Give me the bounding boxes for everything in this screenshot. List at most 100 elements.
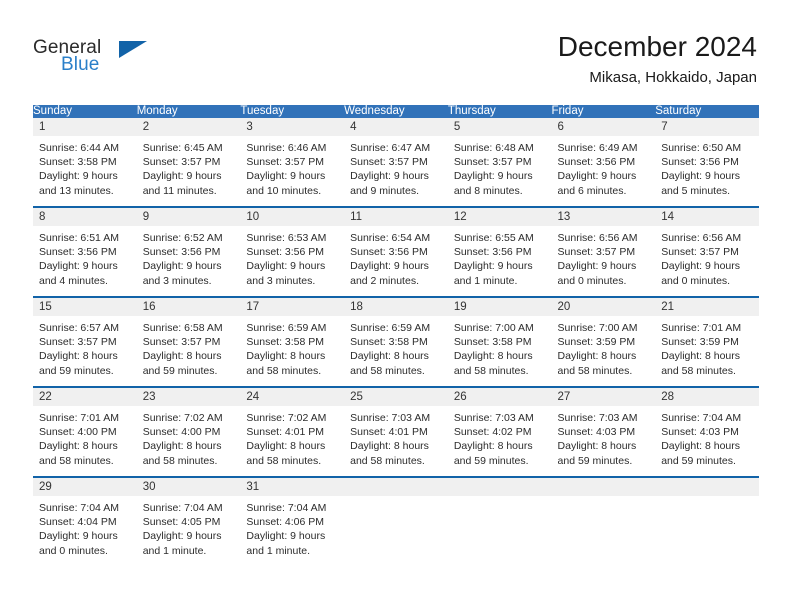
day-cell[interactable]: 18 Sunrise: 6:59 AM Sunset: 3:58 PM Dayl… [344, 296, 448, 387]
sunrise-text: Sunrise: 7:04 AM [142, 502, 223, 514]
weekday-header-friday: Friday [551, 105, 656, 118]
day-cell[interactable]: 17 Sunrise: 6:59 AM Sunset: 3:58 PM Dayl… [240, 296, 345, 387]
day-details: Sunrise: 7:03 AM Sunset: 4:01 PM Dayligh… [344, 406, 448, 468]
sunrise-text: Sunrise: 6:52 AM [142, 232, 223, 244]
day-details: Sunrise: 7:04 AM Sunset: 4:04 PM Dayligh… [33, 496, 137, 558]
day-details: Sunrise: 7:00 AM Sunset: 3:58 PM Dayligh… [448, 316, 552, 378]
day-number: 8 [33, 208, 137, 226]
sunset-text: Sunset: 4:00 PM [39, 426, 117, 439]
sunrise-text: Sunrise: 6:49 AM [557, 142, 638, 154]
sunset-text: Sunset: 4:02 PM [453, 426, 532, 439]
day-number: 21 [655, 298, 759, 316]
day-number: 30 [136, 478, 241, 496]
day-cell[interactable]: 11 Sunrise: 6:54 AM Sunset: 3:56 PM Dayl… [344, 206, 448, 297]
day-cell[interactable]: 15 Sunrise: 6:57 AM Sunset: 3:57 PM Dayl… [33, 296, 137, 387]
sunset-text: Sunset: 4:01 PM [246, 426, 325, 439]
day-details: Sunrise: 6:59 AM Sunset: 3:58 PM Dayligh… [344, 316, 448, 378]
day-cell[interactable]: 25 Sunrise: 7:03 AM Sunset: 4:01 PM Dayl… [344, 386, 448, 477]
sunset-text: Sunset: 3:56 PM [39, 246, 117, 259]
day-cell[interactable]: 12 Sunrise: 6:55 AM Sunset: 3:56 PM Dayl… [447, 206, 552, 297]
general-blue-logo[interactable]: General Blue [33, 38, 203, 86]
day-details: Sunrise: 7:02 AM Sunset: 4:01 PM Dayligh… [240, 406, 344, 468]
day-cell-empty [655, 476, 759, 566]
day-number: 31 [240, 478, 345, 496]
day-number: 7 [655, 118, 759, 136]
daylight-text-line2: and 2 minutes. [350, 274, 419, 287]
day-cell[interactable]: 13 Sunrise: 6:56 AM Sunset: 3:57 PM Dayl… [551, 206, 656, 297]
day-cell[interactable]: 23 Sunrise: 7:02 AM Sunset: 4:00 PM Dayl… [136, 386, 241, 477]
day-details: Sunrise: 6:54 AM Sunset: 3:56 PM Dayligh… [344, 226, 448, 288]
daylight-text-line2: and 58 minutes. [246, 454, 322, 467]
day-number: 17 [240, 298, 345, 316]
daylight-text-line1: Daylight: 9 hours [39, 170, 118, 183]
day-cell[interactable]: 26 Sunrise: 7:03 AM Sunset: 4:02 PM Dayl… [447, 386, 552, 477]
day-cell[interactable]: 21 Sunrise: 7:01 AM Sunset: 3:59 PM Dayl… [655, 296, 759, 387]
sunrise-text: Sunrise: 7:03 AM [453, 412, 534, 424]
day-number: 13 [551, 208, 656, 226]
weekday-header-thursday: Thursday [447, 105, 552, 118]
sunset-text: Sunset: 3:57 PM [39, 336, 117, 349]
day-cell[interactable]: 16 Sunrise: 6:58 AM Sunset: 3:57 PM Dayl… [136, 296, 241, 387]
day-cell[interactable]: 31 Sunrise: 7:04 AM Sunset: 4:06 PM Dayl… [240, 476, 345, 566]
day-details: Sunrise: 7:00 AM Sunset: 3:59 PM Dayligh… [552, 316, 656, 378]
day-cell[interactable]: 3 Sunrise: 6:46 AM Sunset: 3:57 PM Dayli… [240, 118, 345, 207]
day-details: Sunrise: 7:01 AM Sunset: 3:59 PM Dayligh… [655, 316, 759, 378]
daylight-text-line1: Daylight: 8 hours [661, 440, 741, 453]
day-cell[interactable]: 29 Sunrise: 7:04 AM Sunset: 4:04 PM Dayl… [33, 476, 137, 566]
day-cell[interactable]: 1 Sunrise: 6:44 AM Sunset: 3:58 PM Dayli… [33, 118, 137, 207]
day-details: Sunrise: 6:46 AM Sunset: 3:57 PM Dayligh… [240, 136, 344, 198]
day-cell[interactable]: 24 Sunrise: 7:02 AM Sunset: 4:01 PM Dayl… [240, 386, 345, 477]
day-details: Sunrise: 6:56 AM Sunset: 3:57 PM Dayligh… [655, 226, 759, 288]
day-cell[interactable]: 9 Sunrise: 6:52 AM Sunset: 3:56 PM Dayli… [136, 206, 241, 297]
daylight-text-line1: Daylight: 9 hours [453, 260, 533, 273]
daylight-text-line1: Daylight: 9 hours [142, 530, 222, 543]
day-details: Sunrise: 7:04 AM Sunset: 4:03 PM Dayligh… [655, 406, 759, 468]
daylight-text-line1: Daylight: 8 hours [557, 350, 637, 363]
daylight-text-line1: Daylight: 8 hours [39, 440, 118, 453]
calendar-body: 1 Sunrise: 6:44 AM Sunset: 3:58 PM Dayli… [33, 118, 759, 566]
calendar-header-row-group: Sunday Monday Tuesday Wednesday Thursday… [33, 105, 759, 118]
day-cell[interactable]: 28 Sunrise: 7:04 AM Sunset: 4:03 PM Dayl… [655, 386, 759, 477]
day-cell[interactable]: 30 Sunrise: 7:04 AM Sunset: 4:05 PM Dayl… [136, 476, 241, 566]
daylight-text-line2: and 3 minutes. [142, 274, 212, 287]
day-cell[interactable]: 27 Sunrise: 7:03 AM Sunset: 4:03 PM Dayl… [551, 386, 656, 477]
day-number [447, 478, 552, 496]
day-details: Sunrise: 6:49 AM Sunset: 3:56 PM Dayligh… [552, 136, 656, 198]
daylight-text-line1: Daylight: 8 hours [142, 440, 222, 453]
logo-text-blue: Blue [61, 54, 100, 75]
day-cell[interactable]: 10 Sunrise: 6:53 AM Sunset: 3:56 PM Dayl… [240, 206, 345, 297]
daylight-text-line2: and 58 minutes. [557, 364, 633, 377]
daylight-text-line2: and 58 minutes. [350, 364, 425, 377]
day-number: 4 [344, 118, 448, 136]
day-number: 11 [344, 208, 448, 226]
sunrise-text: Sunrise: 7:03 AM [350, 412, 431, 424]
day-cell[interactable]: 20 Sunrise: 7:00 AM Sunset: 3:59 PM Dayl… [551, 296, 656, 387]
sunset-text: Sunset: 4:03 PM [557, 426, 636, 439]
day-cell[interactable]: 6 Sunrise: 6:49 AM Sunset: 3:56 PM Dayli… [551, 118, 656, 207]
daylight-text-line1: Daylight: 9 hours [661, 170, 741, 183]
day-details: Sunrise: 7:04 AM Sunset: 4:05 PM Dayligh… [137, 496, 241, 558]
weekday-header-wednesday: Wednesday [344, 105, 448, 118]
day-cell[interactable]: 4 Sunrise: 6:47 AM Sunset: 3:57 PM Dayli… [344, 118, 448, 207]
day-details: Sunrise: 7:01 AM Sunset: 4:00 PM Dayligh… [33, 406, 137, 468]
day-cell-empty [551, 476, 656, 566]
day-cell[interactable]: 8 Sunrise: 6:51 AM Sunset: 3:56 PM Dayli… [33, 206, 137, 297]
weekday-header-row: Sunday Monday Tuesday Wednesday Thursday… [33, 105, 759, 118]
day-cell[interactable]: 14 Sunrise: 6:56 AM Sunset: 3:57 PM Dayl… [655, 206, 759, 297]
day-cell[interactable]: 5 Sunrise: 6:48 AM Sunset: 3:57 PM Dayli… [447, 118, 552, 207]
day-cell[interactable]: 2 Sunrise: 6:45 AM Sunset: 3:57 PM Dayli… [136, 118, 241, 207]
day-cell[interactable]: 7 Sunrise: 6:50 AM Sunset: 3:56 PM Dayli… [655, 118, 759, 207]
day-number [344, 478, 448, 496]
day-details: Sunrise: 7:04 AM Sunset: 4:06 PM Dayligh… [240, 496, 344, 558]
sunrise-text: Sunrise: 7:01 AM [39, 412, 119, 424]
daylight-text-line1: Daylight: 9 hours [661, 260, 741, 273]
day-cell[interactable]: 19 Sunrise: 7:00 AM Sunset: 3:58 PM Dayl… [447, 296, 552, 387]
calendar-week-row: 22 Sunrise: 7:01 AM Sunset: 4:00 PM Dayl… [33, 386, 759, 477]
daylight-text-line1: Daylight: 8 hours [557, 440, 637, 453]
daylight-text-line2: and 59 minutes. [39, 364, 114, 377]
sunset-text: Sunset: 3:57 PM [246, 156, 325, 169]
daylight-text-line2: and 58 minutes. [350, 454, 425, 467]
daylight-text-line1: Daylight: 9 hours [557, 260, 637, 273]
day-number [551, 478, 656, 496]
day-cell[interactable]: 22 Sunrise: 7:01 AM Sunset: 4:00 PM Dayl… [33, 386, 137, 477]
